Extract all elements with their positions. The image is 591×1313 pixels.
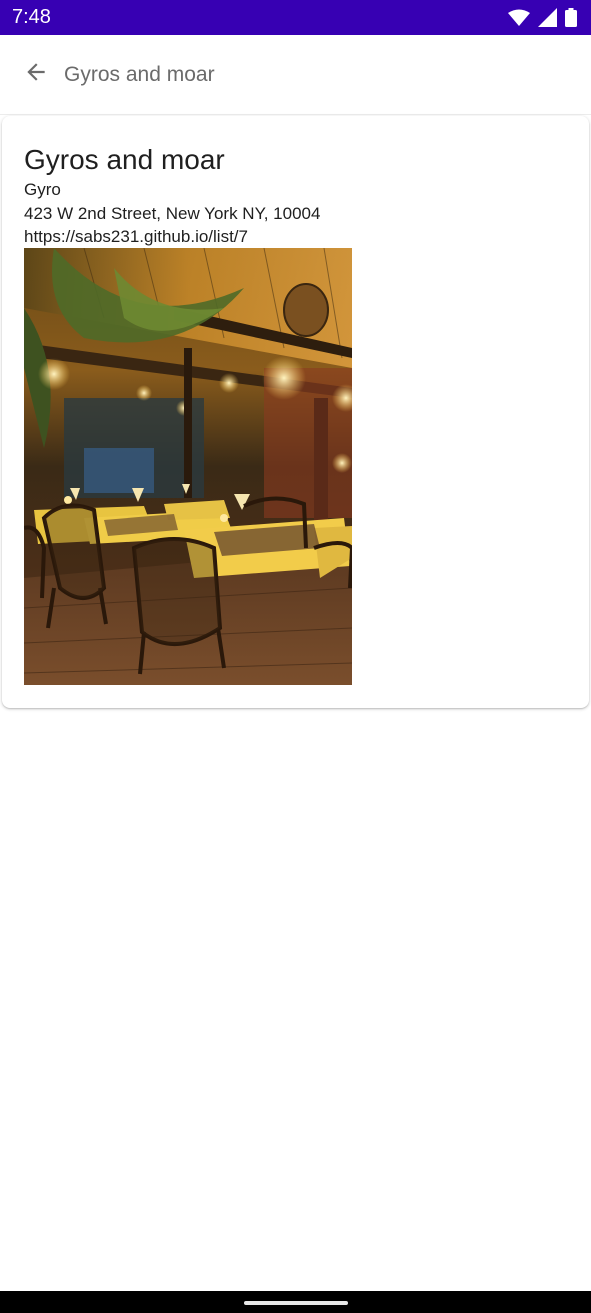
restaurant-cuisine: Gyro <box>24 180 61 199</box>
status-time: 7:48 <box>12 6 51 28</box>
home-handle[interactable] <box>244 1301 348 1305</box>
nav-bar <box>0 1291 591 1313</box>
restaurant-url[interactable]: https://sabs231.github.io/list/7 <box>24 227 248 247</box>
battery-icon <box>565 8 577 27</box>
arrow-back-icon <box>23 59 49 90</box>
restaurant-interior-photo <box>24 248 352 685</box>
restaurant-address: 423 W 2nd Street, New York NY, 10004 <box>24 204 321 223</box>
restaurant-card: Gyros and moar Gyro 423 W 2nd Street, Ne… <box>2 116 589 708</box>
status-bar: 7:48 <box>0 0 591 35</box>
status-icons <box>508 8 577 27</box>
back-button[interactable] <box>12 51 60 99</box>
cell-signal-icon <box>538 8 557 27</box>
wifi-icon <box>508 9 530 27</box>
restaurant-name: Gyros and moar <box>24 144 225 175</box>
app-bar: Gyros and moar <box>0 35 591 115</box>
app-bar-title: Gyros and moar <box>64 62 215 86</box>
